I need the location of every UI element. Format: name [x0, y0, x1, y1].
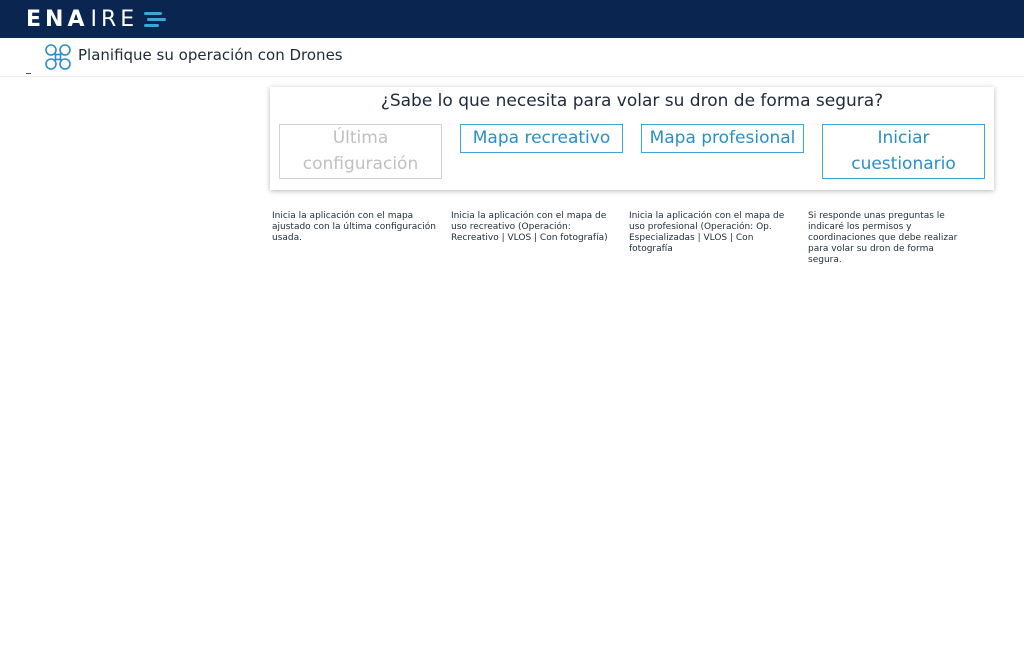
panel-question: ¿Sabe lo que necesita para volar su dron…	[380, 91, 884, 111]
last-configuration-label: Última configuración	[302, 128, 419, 174]
recreational-map-label: Mapa recreativo	[472, 128, 611, 148]
top-header-bar: ENA IRE	[0, 0, 1024, 38]
start-questionnaire-button[interactable]: Iniciar cuestionario	[822, 124, 985, 179]
questionnaire-description: Si responde unas preguntas le indicaré l…	[808, 211, 958, 265]
enaire-logo[interactable]: ENA IRE	[26, 6, 167, 32]
divider	[26, 73, 31, 74]
professional-map-label: Mapa profesional	[649, 128, 796, 148]
logo-text-bold: ENA	[26, 6, 89, 32]
start-questionnaire-label: Iniciar cuestionario	[851, 128, 956, 174]
logo-text-light: IRE	[90, 6, 139, 32]
recreational-map-button[interactable]: Mapa recreativo	[460, 124, 623, 153]
drone-icon	[45, 44, 71, 70]
recreational-map-description: Inicia la aplicación con el mapa de uso …	[451, 211, 608, 243]
last-configuration-button[interactable]: Última configuración	[279, 124, 442, 179]
professional-map-description: Inicia la aplicación con el mapa de uso …	[629, 211, 785, 254]
subheader: Planifique su operación con Drones	[0, 38, 1024, 77]
logo-bars-icon	[144, 8, 167, 30]
page-title: Planifique su operación con Drones	[78, 46, 343, 64]
last-configuration-description: Inicia la aplicación con el mapa ajustad…	[272, 211, 436, 243]
drone-options-panel: ¿Sabe lo que necesita para volar su dron…	[270, 87, 994, 190]
professional-map-button[interactable]: Mapa profesional	[641, 124, 804, 153]
